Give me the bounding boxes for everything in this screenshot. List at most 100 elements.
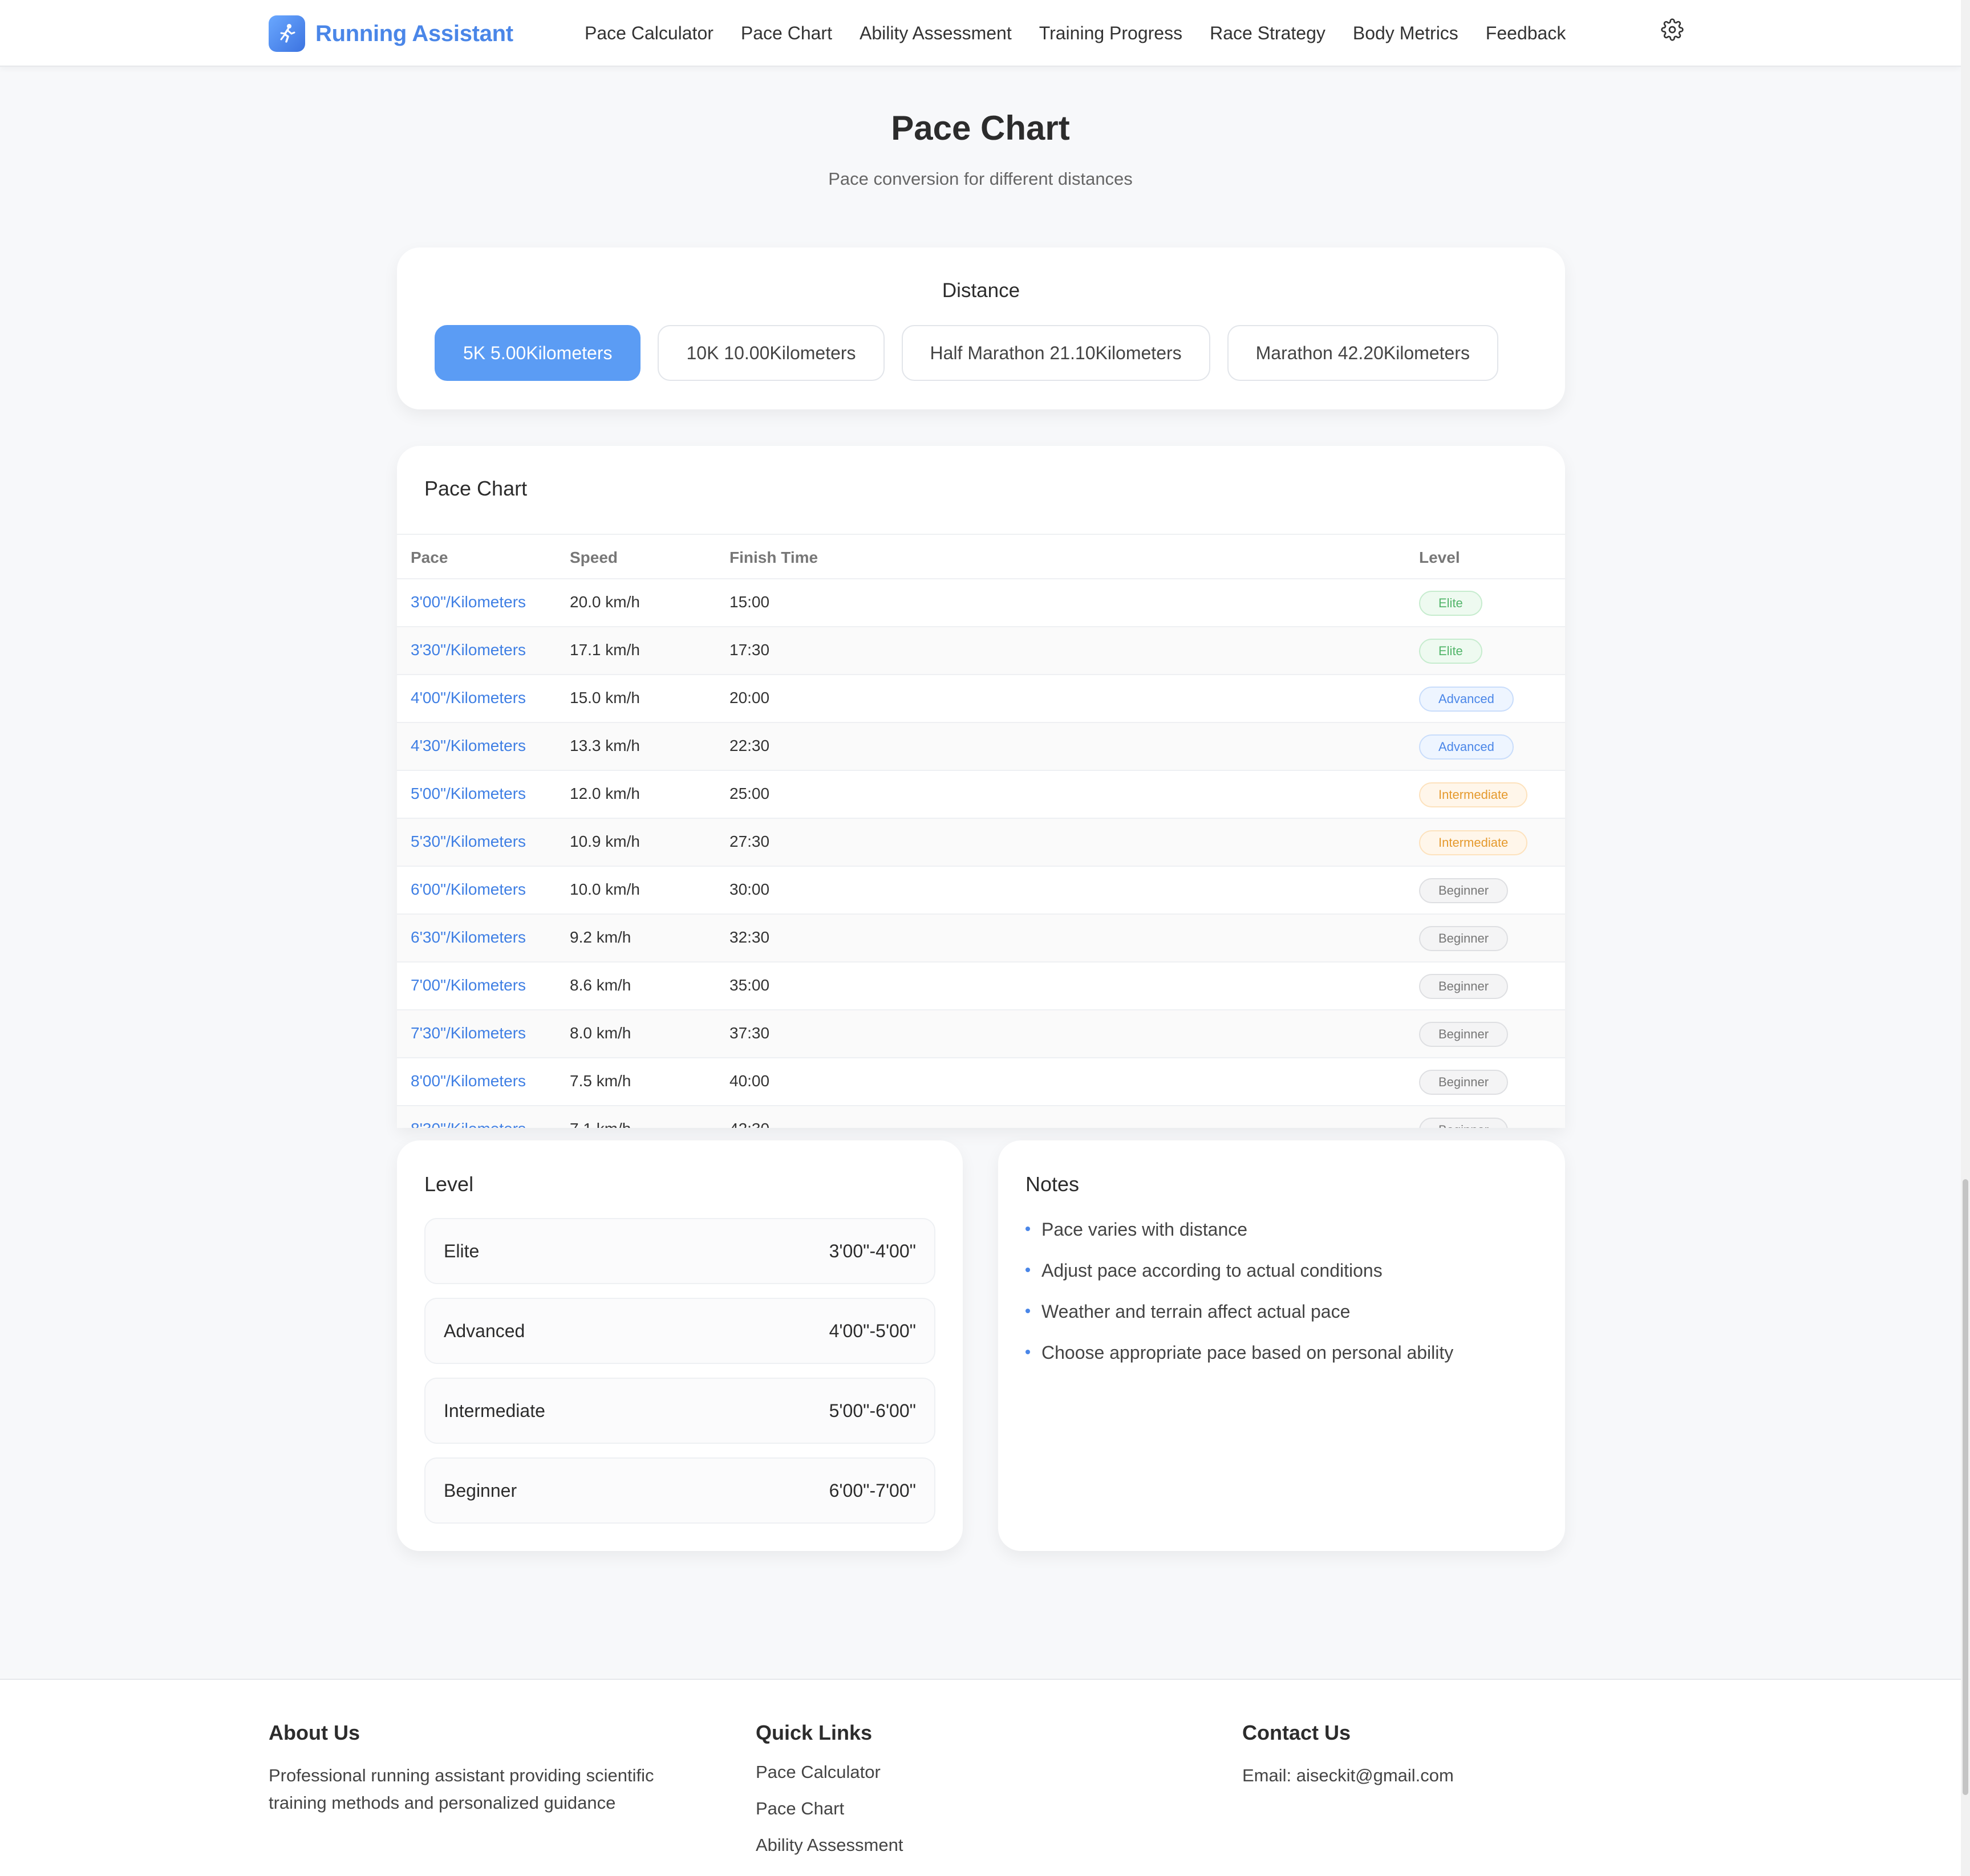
footer-contact-title: Contact Us	[1242, 1721, 1351, 1744]
pace-chart-card: Pace Chart Pace Speed Finish Time Level …	[397, 446, 1565, 1128]
level-cell: Advanced	[1419, 687, 1514, 712]
pace-cell[interactable]: 4'30"/Kilometers	[411, 737, 526, 755]
table-body[interactable]: 3'00"/Kilometers 20.0 km/h 15:00 Elite 3'30"…	[397, 579, 1565, 1128]
level-range: 4'00"-5'00"	[829, 1321, 916, 1341]
nav-link-pace-chart[interactable]: Pace Chart	[741, 23, 832, 44]
level-badge: Intermediate	[1419, 830, 1528, 855]
speed-cell: 12.0 km/h	[570, 785, 640, 802]
level-name: Elite	[444, 1241, 480, 1261]
speed-cell: 7.1 km/h	[570, 1120, 631, 1128]
level-item-elite: Elite 3'00"-4'00"	[424, 1218, 935, 1284]
nav-link-pace-calculator[interactable]: Pace Calculator	[585, 23, 714, 44]
speed-cell: 20.0 km/h	[570, 593, 640, 611]
footer-link-pace-chart[interactable]: Pace Chart	[756, 1790, 1155, 1827]
level-badge: Elite	[1419, 591, 1482, 616]
distance-half-marathon-button[interactable]: Half Marathon 21.10Kilometers	[901, 325, 1210, 381]
level-badge: Beginner	[1419, 1118, 1509, 1128]
table-row[interactable]: 3'00"/Kilometers 20.0 km/h 15:00 Elite	[397, 579, 1565, 627]
level-cell: Intermediate	[1419, 782, 1528, 807]
footer-about-text: Professional running assistant providing…	[269, 1765, 654, 1813]
footer-about-title: About Us	[269, 1721, 360, 1744]
table-row[interactable]: 6'00"/Kilometers 10.0 km/h 30:00 Beginner	[397, 867, 1565, 915]
table-row[interactable]: 5'00"/Kilometers 12.0 km/h 25:00 Intermedia…	[397, 771, 1565, 819]
running-person-icon	[269, 15, 305, 52]
pace-cell[interactable]: 3'30"/Kilometers	[411, 641, 526, 659]
pace-cell[interactable]: 7'30"/Kilometers	[411, 1024, 526, 1042]
pace-cell[interactable]: 6'30"/Kilometers	[411, 928, 526, 947]
level-cell: Advanced	[1419, 734, 1514, 760]
speed-cell: 17.1 km/h	[570, 641, 640, 659]
table-row[interactable]: 7'30"/Kilometers 8.0 km/h 37:30 Beginner	[397, 1010, 1565, 1058]
note-text: Choose appropriate pace based on persona…	[1041, 1342, 1454, 1363]
finish-time-cell: 27:30	[729, 833, 770, 850]
speed-cell: 10.0 km/h	[570, 880, 640, 898]
speed-cell: 9.2 km/h	[570, 928, 631, 946]
level-name: Beginner	[444, 1480, 517, 1501]
finish-time-cell: 42:30	[729, 1120, 769, 1128]
column-header-finish-time: Finish Time	[729, 549, 818, 566]
footer-link-ability-assessment[interactable]: Ability Assessment	[756, 1827, 1155, 1863]
app-logo[interactable]: Running Assistant	[269, 15, 513, 52]
footer-quick-links: Quick Links Pace Calculator Pace Chart A…	[756, 1721, 1155, 1863]
level-cell: Beginner	[1419, 1022, 1509, 1047]
distance-card: Distance 5K 5.00Kilometers 10K 10.00Kilo…	[397, 247, 1565, 409]
pace-cell[interactable]: 4'00"/Kilometers	[411, 689, 526, 707]
pace-cell[interactable]: 6'00"/Kilometers	[411, 880, 526, 899]
distance-title: Distance	[942, 279, 1020, 302]
page-title: Pace Chart	[891, 109, 1070, 147]
footer-quick-links-title: Quick Links	[756, 1721, 873, 1744]
pace-chart-title: Pace Chart	[424, 477, 528, 500]
dot-icon	[1025, 1308, 1030, 1313]
pace-cell[interactable]: 3'00"/Kilometers	[411, 593, 526, 611]
table-row[interactable]: 6'30"/Kilometers 9.2 km/h 32:30 Beginner	[397, 915, 1565, 963]
table-row[interactable]: 4'00"/Kilometers 15.0 km/h 20:00 Advanced	[397, 675, 1565, 723]
table-row[interactable]: 4'30"/Kilometers 13.3 km/h 22:30 Advanced	[397, 723, 1565, 771]
speed-cell: 15.0 km/h	[570, 689, 640, 706]
column-header-level: Level	[1419, 549, 1460, 566]
pace-cell[interactable]: 5'30"/Kilometers	[411, 833, 526, 851]
level-name: Intermediate	[444, 1400, 545, 1421]
pace-cell[interactable]: 8'00"/Kilometers	[411, 1072, 526, 1090]
distance-marathon-button[interactable]: Marathon 42.20Kilometers	[1227, 325, 1498, 381]
nav-link-feedback[interactable]: Feedback	[1486, 23, 1566, 44]
scrollbar-thumb[interactable]	[1963, 1179, 1968, 1795]
pace-cell[interactable]: 8'30"/Kilometers	[411, 1120, 526, 1128]
nav-link-body-metrics[interactable]: Body Metrics	[1353, 23, 1458, 44]
note-item: Weather and terrain affect actual pace	[1025, 1301, 1350, 1322]
level-badge: Advanced	[1419, 734, 1514, 760]
level-range: 6'00"-7'00"	[829, 1480, 916, 1501]
dot-icon	[1025, 1349, 1030, 1354]
nav-link-training-progress[interactable]: Training Progress	[1039, 23, 1182, 44]
app-name: Running Assistant	[315, 21, 513, 46]
distance-5k-button[interactable]: 5K 5.00Kilometers	[435, 325, 641, 381]
table-row[interactable]: 3'30"/Kilometers 17.1 km/h 17:30 Elite	[397, 627, 1565, 675]
finish-time-cell: 37:30	[729, 1024, 770, 1042]
distance-10k-button[interactable]: 10K 10.00Kilometers	[658, 325, 885, 381]
footer-link-pace-calculator[interactable]: Pace Calculator	[756, 1754, 1155, 1790]
level-item-beginner: Beginner 6'00"-7'00"	[424, 1457, 935, 1524]
level-name: Advanced	[444, 1321, 525, 1341]
level-cell: Intermediate	[1419, 830, 1528, 855]
level-badge: Advanced	[1419, 687, 1514, 712]
table-row[interactable]: 7'00"/Kilometers 8.6 km/h 35:00 Beginner	[397, 963, 1565, 1010]
column-header-speed: Speed	[570, 549, 618, 566]
table-row[interactable]: 5'30"/Kilometers 10.9 km/h 27:30 Intermedia…	[397, 819, 1565, 867]
level-cell: Beginner	[1419, 926, 1509, 951]
note-text: Weather and terrain affect actual pace	[1041, 1301, 1351, 1322]
finish-time-cell: 35:00	[729, 976, 770, 994]
level-cell: Beginner	[1419, 878, 1509, 903]
gear-icon[interactable]	[1661, 18, 1684, 41]
nav-link-race-strategy[interactable]: Race Strategy	[1210, 23, 1326, 44]
table-row[interactable]: 8'30"/Kilometers 7.1 km/h 42:30 Beginner	[397, 1106, 1565, 1128]
level-badge: Beginner	[1419, 926, 1509, 951]
level-card: Level Elite 3'00"-4'00" Advanced 4'00"-5…	[397, 1140, 963, 1551]
nav-link-ability-assessment[interactable]: Ability Assessment	[860, 23, 1012, 44]
distance-options: 5K 5.00Kilometers 10K 10.00Kilometers Ha…	[435, 325, 1515, 381]
pace-cell[interactable]: 7'00"/Kilometers	[411, 976, 526, 994]
table-row[interactable]: 8'00"/Kilometers 7.5 km/h 40:00 Beginner	[397, 1058, 1565, 1106]
level-badge: Beginner	[1419, 878, 1509, 903]
level-badge: Elite	[1419, 639, 1482, 664]
column-header-pace: Pace	[411, 549, 448, 566]
pace-cell[interactable]: 5'00"/Kilometers	[411, 785, 526, 803]
footer-contact-email[interactable]: Email: aiseckit@gmail.com	[1242, 1762, 1641, 1789]
